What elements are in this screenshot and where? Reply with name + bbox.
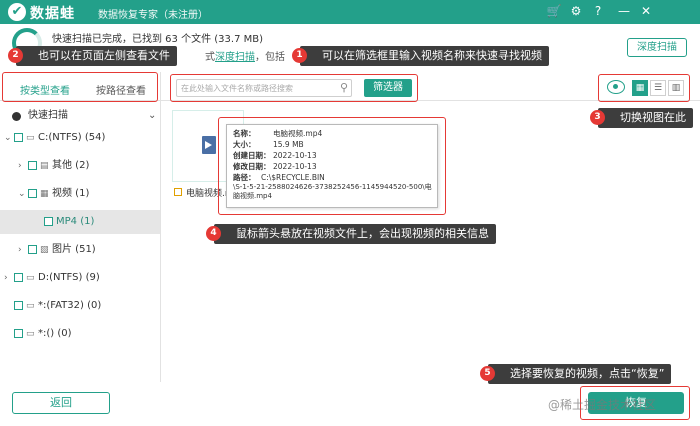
scan-status-text: 快速扫描已完成，已找到 63 个文件 (33.7 MB) xyxy=(52,34,263,45)
drive-icon: ▭ xyxy=(26,329,35,339)
chevron-right-icon[interactable]: › xyxy=(4,268,14,288)
tree-item-mp4[interactable]: MP4 (1) xyxy=(0,210,160,234)
callout-5: 5 选择要恢复的视频，点击“恢复” xyxy=(480,364,672,384)
settings-icon[interactable]: ⚙ xyxy=(568,3,584,19)
callout-text: 可以在筛选框里输入视频名称来快速寻找视频 xyxy=(322,49,542,62)
checkbox[interactable] xyxy=(14,272,23,282)
highlight-tabs xyxy=(2,72,158,102)
app-logo-icon: ✔ xyxy=(8,3,26,21)
callout-number: 5 xyxy=(480,366,495,381)
video-file-icon xyxy=(202,136,216,154)
quick-scan-radio-icon[interactable] xyxy=(12,112,21,121)
tree-item-images[interactable]: › ▧ 图片 (51) xyxy=(0,240,160,260)
drive-icon: ▭ xyxy=(26,273,35,283)
tree-item-label: *:(FAT32) (0) xyxy=(38,300,102,311)
tree-item-c-drive[interactable]: ⌄ ▭ C:(NTFS) (54) xyxy=(0,128,160,148)
callout-number: 4 xyxy=(206,226,221,241)
watermark: @稀土掘金技术社区 xyxy=(548,398,657,412)
tree-item-label: D:(NTFS) (9) xyxy=(38,272,100,283)
checkbox[interactable] xyxy=(28,188,37,198)
scan-hint-prefix: 式 xyxy=(205,52,215,63)
chevron-down-icon[interactable]: ⌄ xyxy=(148,106,156,126)
deep-scan-link[interactable]: 深度扫描 xyxy=(215,52,255,63)
chevron-down-icon[interactable]: ⌄ xyxy=(18,184,28,204)
tree-item-label: MP4 (1) xyxy=(56,216,95,227)
tree-item-label: *:() (0) xyxy=(38,328,72,339)
callout-text: 也可以在页面左侧查看文件 xyxy=(38,49,170,62)
checkbox[interactable] xyxy=(14,132,23,142)
highlight-search xyxy=(170,74,418,102)
chevron-right-icon[interactable]: › xyxy=(18,156,28,176)
tree-root[interactable]: 快速扫描 ⌄ xyxy=(28,106,160,126)
tree-item-unknown-drive[interactable]: ▭ *:() (0) xyxy=(0,324,160,344)
tree-item-video[interactable]: ⌄ ▦ 视频 (1) xyxy=(0,184,160,204)
tree-root-label: 快速扫描 xyxy=(28,110,68,121)
close-icon[interactable]: ✕ xyxy=(638,3,654,19)
chevron-down-icon[interactable]: ⌄ xyxy=(4,128,14,148)
tree-item-d-drive[interactable]: › ▭ D:(NTFS) (9) xyxy=(0,268,160,288)
callout-text: 切换视图在此 xyxy=(620,111,686,124)
callout-2: 2 也可以在页面左侧查看文件 xyxy=(8,46,177,66)
file-checkbox[interactable] xyxy=(174,188,182,196)
highlight-tooltip xyxy=(218,117,446,215)
folder-icon: ▤ xyxy=(40,161,49,171)
checkbox[interactable] xyxy=(14,300,23,310)
tree-item-label: 其他 (2) xyxy=(52,160,90,171)
checkbox[interactable] xyxy=(14,328,23,338)
help-icon[interactable]: ? xyxy=(590,3,606,19)
drive-icon: ▭ xyxy=(26,301,35,311)
image-icon: ▧ xyxy=(40,245,49,255)
back-button[interactable]: 返回 xyxy=(12,392,110,414)
callout-4: 4 鼠标箭头悬放在视频文件上，会出现视频的相关信息 xyxy=(206,224,496,244)
video-folder-icon: ▦ xyxy=(40,189,49,199)
cart-icon[interactable]: 🛒 xyxy=(546,3,562,19)
app-subtitle: 数据恢复专家（未注册） xyxy=(98,10,208,21)
deep-scan-button[interactable]: 深度扫描 xyxy=(627,38,687,57)
callout-text: 选择要恢复的视频，点击“恢复” xyxy=(510,367,665,380)
tree-item-other[interactable]: › ▤ 其他 (2) xyxy=(0,156,160,176)
callout-number: 2 xyxy=(8,48,23,63)
scan-hint: 式深度扫描，包括 xyxy=(205,48,285,63)
callout-3: 3 切换视图在此 xyxy=(590,108,693,128)
chevron-right-icon[interactable]: › xyxy=(18,240,28,260)
sidebar-divider xyxy=(160,72,161,382)
tree-item-label: C:(NTFS) (54) xyxy=(38,132,106,143)
tree-item-label: 图片 (51) xyxy=(52,244,96,255)
tree-item-fat32[interactable]: ▭ *:(FAT32) (0) xyxy=(0,296,160,316)
callout-number: 1 xyxy=(292,48,307,63)
scan-hint-suffix: ，包括 xyxy=(255,52,285,63)
app-name: 数据蛙 xyxy=(30,6,75,22)
tree-item-label: 视频 (1) xyxy=(52,188,90,199)
callout-number: 3 xyxy=(590,110,605,125)
title-bar: ✔ 数据蛙 数据恢复专家（未注册） 🛒 ⚙ ? — ✕ xyxy=(0,0,700,24)
checkbox[interactable] xyxy=(28,160,37,170)
callout-text: 鼠标箭头悬放在视频文件上，会出现视频的相关信息 xyxy=(236,227,489,240)
highlight-view-switch xyxy=(598,74,690,102)
drive-icon: ▭ xyxy=(26,133,35,143)
checkbox[interactable] xyxy=(28,244,37,254)
checkbox[interactable] xyxy=(44,216,53,226)
minimize-icon[interactable]: — xyxy=(616,3,632,19)
callout-1: 1 可以在筛选框里输入视频名称来快速寻找视频 xyxy=(292,46,549,66)
